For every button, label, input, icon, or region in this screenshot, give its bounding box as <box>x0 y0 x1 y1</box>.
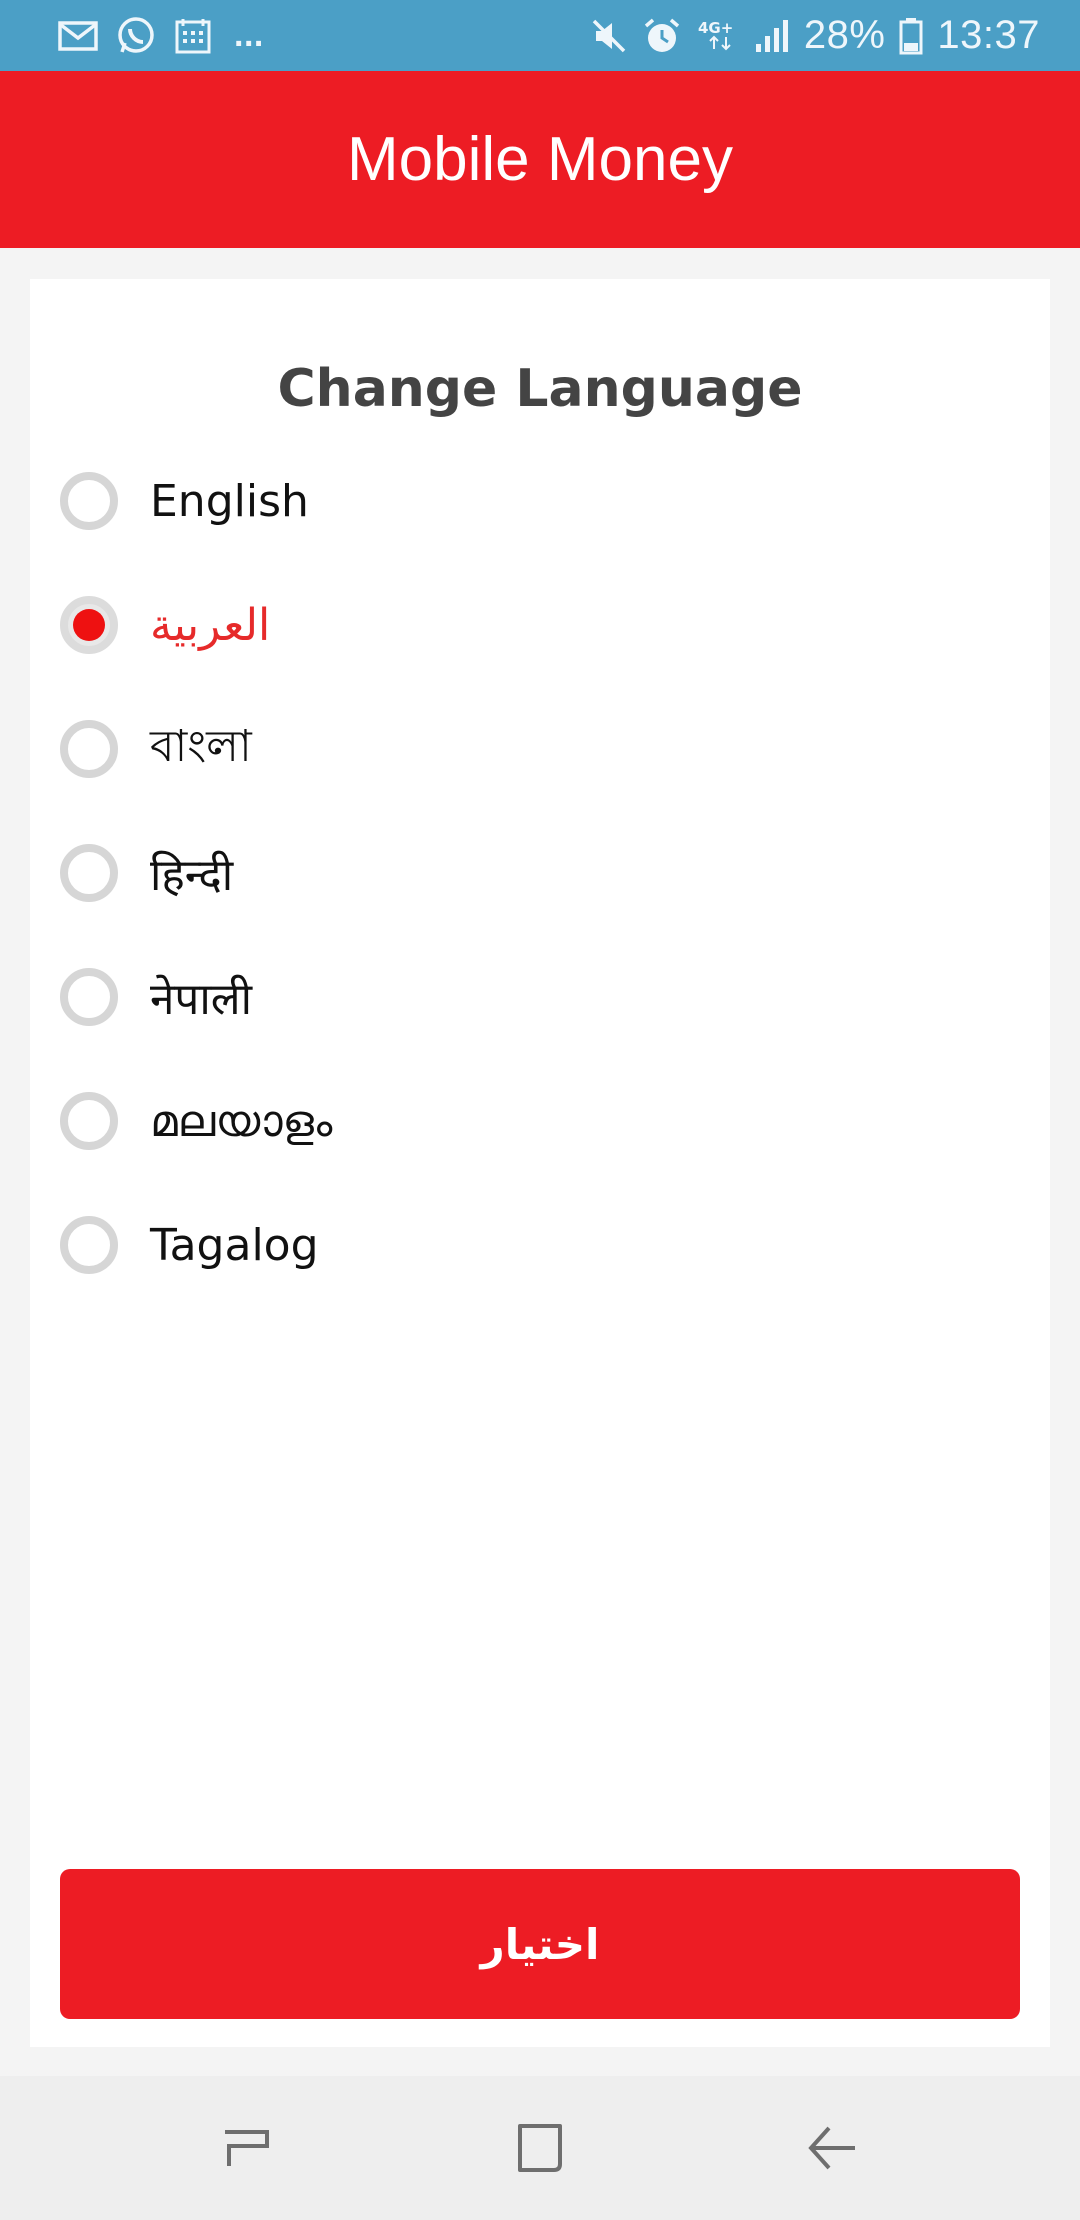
whatsapp-icon <box>116 16 156 56</box>
back-icon[interactable] <box>788 2103 878 2193</box>
network-label: 4G+ <box>698 19 733 37</box>
app-bar: Mobile Money <box>0 71 1080 248</box>
language-option-malayalam[interactable]: മലയാളം <box>60 1059 1020 1183</box>
notification-overflow: ... <box>234 16 264 54</box>
language-label: മലയാളം <box>150 1095 333 1147</box>
battery-percent: 28% <box>803 13 886 57</box>
select-button-label: اختيار <box>480 1919 600 1969</box>
navigation-bar <box>0 2076 1080 2220</box>
language-label: English <box>150 475 309 527</box>
language-dialog: Change Language English العربية বাংলা हि… <box>30 279 1050 2047</box>
network-4g-icon: 4G+ <box>696 17 740 55</box>
app-title: Mobile Money <box>347 125 733 194</box>
language-label: বাংলা <box>150 720 252 772</box>
radio-button[interactable] <box>60 1216 118 1274</box>
radio-button[interactable] <box>60 968 118 1026</box>
radio-button-selected[interactable] <box>60 596 118 654</box>
mail-icon <box>58 20 98 52</box>
language-option-hindi[interactable]: हिन्दी <box>60 811 1020 935</box>
radio-button[interactable] <box>60 472 118 530</box>
language-option-bengali[interactable]: বাংলা <box>60 687 1020 811</box>
language-label: Tagalog <box>150 1219 319 1271</box>
language-option-arabic[interactable]: العربية <box>60 563 1020 687</box>
status-bar: ... 4G+ 28% 13:37 <box>0 0 1080 71</box>
language-option-tagalog[interactable]: Tagalog <box>60 1183 1020 1307</box>
radio-button[interactable] <box>60 1092 118 1150</box>
mute-icon <box>590 17 628 55</box>
calendar-icon <box>174 17 212 55</box>
language-option-nepali[interactable]: नेपाली <box>60 935 1020 1059</box>
radio-selected-dot <box>73 609 105 641</box>
recent-apps-icon[interactable] <box>202 2103 292 2193</box>
radio-button[interactable] <box>60 844 118 902</box>
battery-icon <box>899 17 923 55</box>
signal-icon <box>754 18 790 54</box>
select-button[interactable]: اختيار <box>60 1869 1020 2019</box>
alarm-icon <box>642 16 682 56</box>
language-label: العربية <box>150 599 271 651</box>
radio-button[interactable] <box>60 720 118 778</box>
clock: 13:37 <box>937 13 1040 57</box>
language-list: English العربية বাংলা हिन्दी नेपाली മലയാ… <box>60 439 1020 1307</box>
dialog-title: Change Language <box>277 359 803 419</box>
language-option-english[interactable]: English <box>60 439 1020 563</box>
language-label: हिन्दी <box>150 850 234 901</box>
language-label: नेपाली <box>150 974 253 1025</box>
home-icon[interactable] <box>495 2103 585 2193</box>
